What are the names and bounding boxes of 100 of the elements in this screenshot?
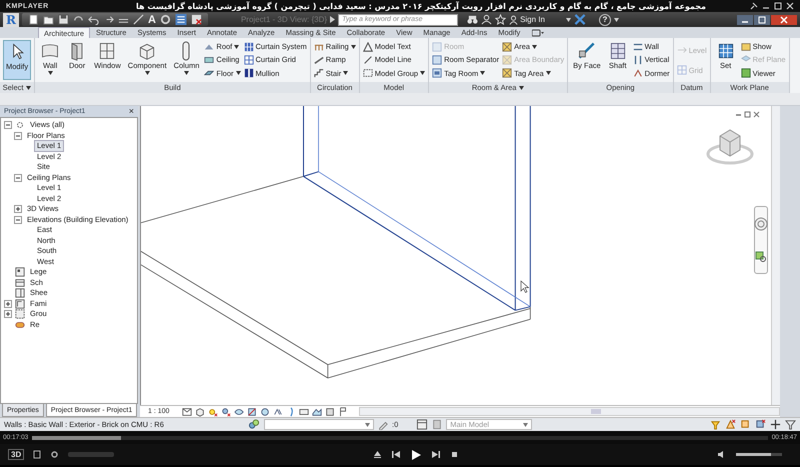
panel-icon[interactable] (33, 450, 42, 459)
close-button[interactable]: × (128, 107, 134, 116)
room-icon (432, 54, 442, 65)
ramp-icon (314, 54, 324, 65)
text-tool[interactable]: A (148, 14, 156, 26)
table-icon (15, 278, 25, 288)
volume-slider[interactable] (736, 453, 782, 456)
person-icon (509, 14, 518, 24)
dormer-icon (632, 68, 643, 78)
sun-icon[interactable] (208, 406, 218, 416)
area-icon (502, 54, 512, 65)
square-icon[interactable] (325, 406, 336, 416)
steering-wheel-icon[interactable] (754, 217, 768, 231)
ceiling-icon (204, 54, 214, 65)
toggle-icon[interactable] (532, 28, 544, 36)
show-icon (740, 42, 751, 52)
workset-icon[interactable] (248, 419, 260, 430)
help-button[interactable]: ? (598, 14, 611, 26)
tag-icon (432, 68, 442, 78)
grid-icon (676, 65, 687, 75)
close-icon[interactable] (786, 2, 794, 10)
crop-icon[interactable] (247, 406, 258, 416)
format-indicators (68, 452, 114, 457)
group-icon (362, 68, 373, 78)
room-icon (432, 42, 442, 52)
collapse-icon[interactable] (14, 174, 22, 182)
sign-in-button[interactable]: Sign In (509, 14, 545, 24)
restore-icon[interactable] (744, 111, 751, 118)
video-title: مجموعه آموزشی جامع ، گام به گام و کاربردی نرم افزار رویت آرکیتکچر ۲۰۱۶ مدرس : سعید فدایی ( تیچرمن ) گروه آموزشی پادشاه گرافیست ها (135, 2, 707, 10)
sphere-icon[interactable] (260, 406, 270, 416)
play-icon[interactable] (410, 448, 422, 460)
document-title: Project1 - 3D View: {3D} (240, 15, 328, 24)
save-icon[interactable] (58, 14, 69, 25)
wall-opening-icon (632, 42, 643, 52)
gear-icon[interactable] (160, 14, 171, 25)
star-icon[interactable] (495, 14, 506, 25)
new-file-icon[interactable] (28, 14, 39, 25)
dashed-circle-icon (15, 120, 25, 130)
navigation-bar[interactable] (754, 206, 768, 274)
caret-icon (523, 422, 528, 426)
expand-icon[interactable] (4, 310, 12, 318)
collapse-icon[interactable] (14, 216, 22, 224)
viewer-icon (740, 68, 751, 78)
stop-icon[interactable] (450, 450, 459, 459)
people-icon[interactable] (481, 14, 492, 25)
3d-toggle[interactable]: 3D (8, 449, 24, 460)
minimize-icon[interactable] (737, 14, 753, 24)
line-icon (362, 54, 373, 65)
mullion-icon (244, 68, 254, 78)
expand-icon[interactable] (14, 205, 22, 214)
line-icon[interactable] (132, 14, 144, 25)
maximize-icon[interactable] (774, 2, 782, 10)
caret-icon (365, 422, 370, 426)
column-icon (182, 41, 190, 61)
collapse-icon[interactable] (4, 121, 12, 130)
area-icon (502, 68, 512, 78)
group-icon (15, 309, 25, 320)
list-icon[interactable] (174, 14, 187, 25)
grid-icon (244, 54, 254, 65)
folder-icon[interactable] (42, 14, 54, 25)
mail-icon[interactable] (182, 406, 192, 416)
grid-panel-icon (244, 42, 254, 52)
family-icon (15, 298, 25, 309)
undo-icon[interactable] (88, 14, 99, 25)
scrollbar[interactable] (359, 407, 780, 416)
previous-icon[interactable] (390, 450, 401, 459)
cursor-icon (520, 280, 530, 293)
app-logo[interactable]: R (3, 12, 19, 26)
caret-icon[interactable] (566, 18, 571, 22)
collapse-icon[interactable] (14, 132, 22, 140)
zoom-icon[interactable] (755, 251, 767, 263)
close-icon[interactable] (771, 14, 797, 24)
level-icon (676, 45, 687, 55)
shadow-icon[interactable] (221, 406, 232, 416)
document-icon[interactable] (432, 419, 442, 430)
frame-icon[interactable] (299, 406, 310, 416)
gear-icon[interactable] (50, 450, 60, 459)
move-icon[interactable] (770, 419, 781, 430)
eject-icon[interactable] (372, 450, 382, 459)
arrow-icon[interactable] (330, 16, 336, 23)
scrollbar[interactable] (771, 106, 780, 405)
close-window-icon[interactable] (190, 14, 202, 25)
select-icon[interactable] (740, 419, 751, 430)
triangle-icon (362, 42, 373, 52)
legend-icon (15, 267, 25, 278)
window-icon[interactable] (416, 419, 428, 430)
restore-icon[interactable] (754, 14, 770, 24)
sheet-icon (15, 288, 25, 298)
caret-icon[interactable] (614, 18, 619, 22)
vertical-icon (632, 54, 643, 65)
expand-icon[interactable] (4, 300, 12, 308)
flag-icon[interactable] (338, 406, 348, 416)
filter-icon[interactable] (785, 419, 796, 430)
scroll-thumb[interactable] (590, 409, 601, 414)
eye-icon[interactable] (234, 406, 244, 416)
area-icon (502, 42, 512, 52)
stair-icon (314, 68, 324, 78)
binoculars-icon[interactable] (467, 14, 478, 25)
next-icon[interactable] (430, 450, 441, 459)
exchange-icon[interactable] (574, 14, 586, 25)
